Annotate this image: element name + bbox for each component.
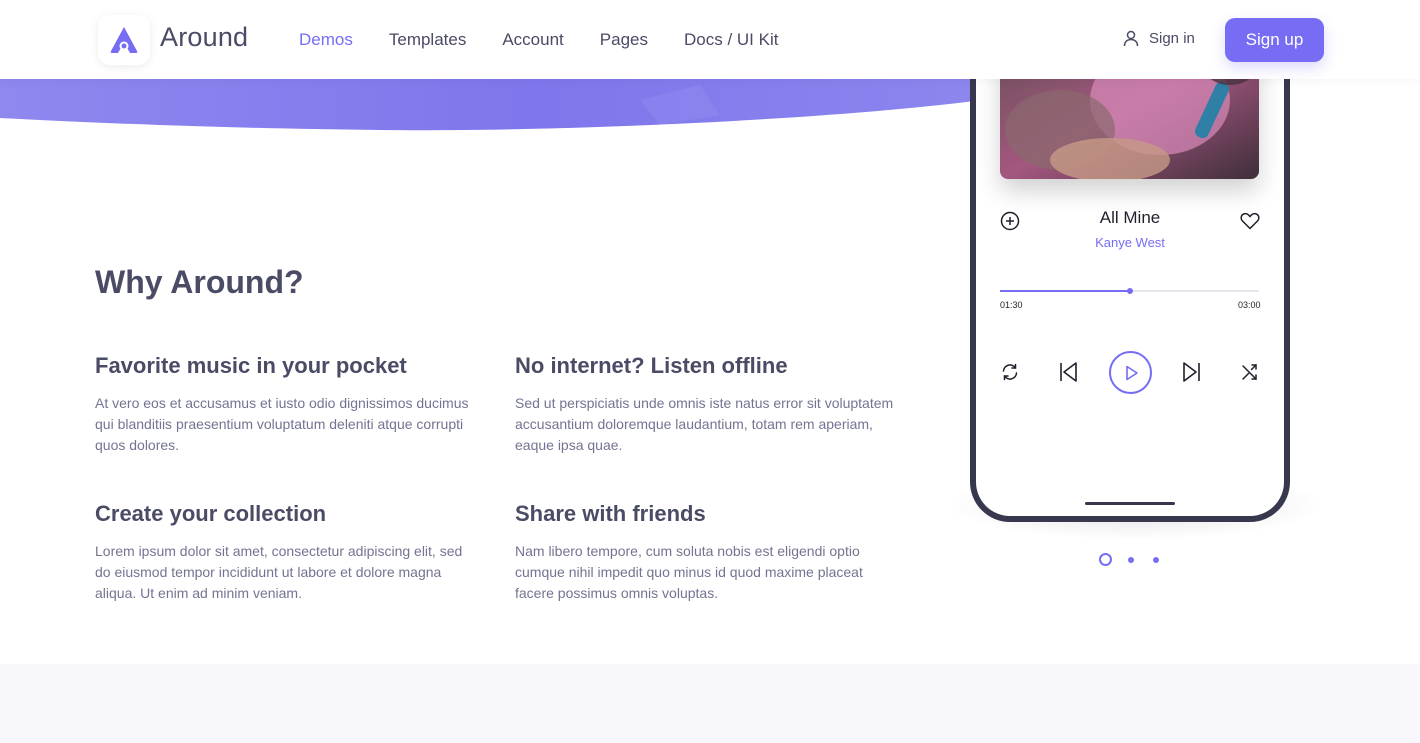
play-icon: [1125, 365, 1138, 380]
feature-title: Create your collection: [95, 501, 327, 526]
feature-title: No internet? Listen offline: [515, 353, 788, 378]
play-button[interactable]: [1109, 351, 1152, 394]
nav-account[interactable]: Account: [502, 30, 563, 50]
next-section-background: [0, 664, 1420, 743]
next-icon: [1183, 362, 1200, 382]
section-title: Why Around?: [95, 264, 304, 300]
progress-handle[interactable]: [1126, 288, 1133, 294]
artist-name[interactable]: Kanye West: [976, 235, 1284, 250]
main-nav: Demos Templates Account Pages Docs / UI …: [299, 30, 814, 50]
feature-text: Lorem ipsum dolor sit amet, consectetur …: [95, 543, 463, 601]
around-logo-icon: [110, 27, 138, 53]
feature-title: Share with friends: [515, 501, 706, 526]
logo[interactable]: [98, 15, 150, 65]
home-indicator: [1085, 502, 1175, 505]
brand-name[interactable]: Around: [160, 22, 248, 53]
sign-in-link[interactable]: Sign in: [1122, 29, 1195, 47]
nav-demos[interactable]: Demos: [299, 30, 353, 50]
shuffle-icon: [1242, 364, 1257, 380]
feature-item: Create your collection Lorem ipsum dolor…: [95, 501, 475, 604]
shuffle-button[interactable]: [1240, 362, 1260, 382]
repeat-icon: [1002, 363, 1018, 381]
previous-icon: [1060, 362, 1077, 382]
feature-text: Sed ut perspiciatis unde omnis iste natu…: [515, 395, 894, 453]
feature-item: No internet? Listen offline Sed ut persp…: [515, 353, 895, 456]
nav-docs-ui-kit[interactable]: Docs / UI Kit: [684, 30, 778, 50]
carousel-dot[interactable]: [1128, 556, 1134, 563]
sign-in-label: Sign in: [1149, 29, 1195, 47]
carousel-dot[interactable]: [1099, 553, 1112, 566]
progress-fill: [1000, 290, 1130, 292]
previous-button[interactable]: [1056, 360, 1080, 384]
feature-text: At vero eos et accusamus et iusto odio d…: [95, 395, 469, 453]
phone-mockup: All Mine Kanye West 01:30 03:00: [970, 40, 1290, 522]
heart-icon: [1240, 212, 1260, 230]
song-title: All Mine: [1099, 208, 1161, 227]
repeat-button[interactable]: [1000, 362, 1020, 382]
elapsed-time: 01:30: [1000, 300, 1023, 310]
feature-title: Favorite music in your pocket: [95, 353, 407, 378]
progress-slider[interactable]: [1000, 288, 1259, 294]
user-icon: [1123, 30, 1139, 47]
next-button[interactable]: [1180, 360, 1204, 384]
carousel-pagination: [1099, 553, 1178, 566]
nav-pages[interactable]: Pages: [600, 30, 648, 50]
feature-item: Favorite music in your pocket At vero eo…: [95, 353, 475, 456]
feature-item: Share with friends Nam libero tempore, c…: [515, 501, 895, 604]
site-header: Around Demos Templates Account Pages Doc…: [0, 0, 1420, 79]
total-duration: 03:00: [1238, 300, 1261, 310]
feature-text: Nam libero tempore, cum soluta nobis est…: [515, 543, 863, 601]
nav-templates[interactable]: Templates: [389, 30, 466, 50]
sign-up-button[interactable]: Sign up: [1225, 18, 1324, 62]
carousel-dot[interactable]: [1153, 556, 1159, 563]
like-button[interactable]: [1240, 211, 1260, 231]
